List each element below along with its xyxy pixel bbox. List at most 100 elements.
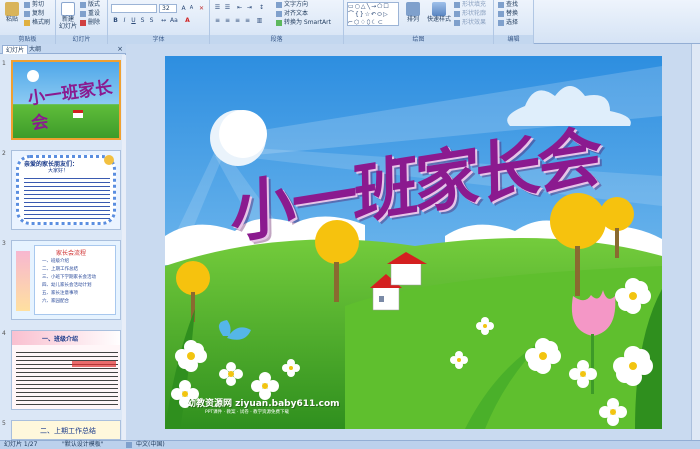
new-slide-button[interactable]: 新建 幻灯片 [58,2,78,30]
shape-fill-button[interactable]: 形状填充 [454,1,486,9]
thumb-heading: 家长会流程 [56,250,87,257]
shape-outline-button[interactable]: 形状轮廓 [454,10,486,18]
reset-button[interactable]: 重设 [80,10,100,18]
font-color-icon[interactable]: A [184,17,191,24]
bullets-icon[interactable]: ☰ [214,4,221,11]
char-spacing-icon[interactable]: ↔ [160,17,167,24]
change-case-icon[interactable]: Aa [170,17,178,24]
outline-icon [454,10,460,17]
copy-icon [24,10,30,17]
justify-icon[interactable]: ≡ [244,17,251,24]
arrange-icon [406,2,420,16]
align-text-icon [276,10,282,17]
paragraph-group: ☰ ☰ ⇤ ⇥ ↕ ≡ ≡ ≡ ≡ ▥ 文字方向 对齐文本 转换为 SmartA… [210,0,344,44]
tree-top [176,261,210,295]
align-text-button[interactable]: 对齐文本 [276,10,308,18]
tab-outline[interactable]: 大纲 [26,45,44,54]
text-direction-button[interactable]: 文字方向 [276,1,308,9]
layout-button[interactable]: 版式 [80,1,100,9]
shapes-gallery[interactable]: ▭○△╲→⬠☐ ⌒{}☆↶⬭▷ ⌐⬡♢⬯☾⊂ [347,2,399,26]
tulip-stem [591,334,594,394]
spellcheck-icon[interactable] [126,442,132,448]
layout-icon [80,1,86,8]
numbering-icon[interactable]: ☰ [224,4,231,11]
font-group-label: 字体 [108,35,209,44]
thumb-decoration [16,251,30,311]
thumb-text-lines [16,349,118,405]
slide-number: 4 [2,330,6,337]
effects-icon [454,19,460,26]
sun-core [219,110,267,158]
tab-slides[interactable]: 幻灯片 [2,45,29,54]
quick-styles-button[interactable]: 快速样式 [426,2,452,23]
thumb-list-item: 五、家长注意事项 [42,291,78,296]
status-bar: 幻灯片 1/27 "默认设计模板" 中文(中国) [0,440,700,449]
current-slide[interactable]: 小一班家长会 幼教资源网 ziyuan.baby611.com PPT课件 · … [165,56,662,429]
find-icon [498,1,504,8]
align-right-icon[interactable]: ≡ [234,17,241,24]
sun-icon [27,70,39,82]
watermark: 幼教资源网 ziyuan.baby611.com [187,399,340,409]
slide-thumbnail-2[interactable]: 亲爱的家长朋友们： 大家好！ [11,150,121,230]
paragraph-group-label: 段落 [210,35,343,44]
font-size-combo[interactable]: 32 [159,4,177,13]
thumb-list: 一、班级介绍 二、上期工作总结 三、小班下学期家长会活动 四、幼儿家长会活动计划… [42,258,96,306]
increase-indent-icon[interactable]: ⇥ [246,4,253,11]
bold-icon[interactable]: B [112,17,119,24]
shape-effects-button[interactable]: 形状效果 [454,19,486,27]
slide-thumbnail-3[interactable]: 家长会流程 一、班级介绍 二、上期工作总结 三、小班下学期家长会活动 四、幼儿家… [11,240,121,320]
clipboard-group: 粘贴 剪切 复制 格式刷 剪贴板 [0,0,56,44]
scissors-icon [24,1,30,8]
columns-icon[interactable]: ▥ [256,17,263,24]
grow-font-icon[interactable]: A [180,5,187,12]
slides-pane: 幻灯片 大纲 × 1 小一班家长会 2 亲爱的家长朋友们： 大家好！ 3 家长会… [0,44,126,440]
thumb-subheading: 大家好！ [48,168,69,174]
reset-icon [80,10,86,17]
drawing-group-label: 绘图 [344,35,493,44]
watermark-sub: PPT课件 · 教案 · 试卷 · 教学资源免费下载 [205,410,290,415]
delete-button[interactable]: 删除 [80,19,100,27]
underline-icon[interactable]: U [130,17,137,24]
fill-icon [454,1,460,8]
shrink-font-icon[interactable]: A [188,5,195,12]
slides-group-label: 幻灯片 [56,35,107,44]
slide-thumbnail-1[interactable]: 小一班家长会 [11,60,121,140]
line-spacing-icon[interactable]: ↕ [258,4,265,11]
select-button[interactable]: 选择 [498,19,518,27]
editing-group-label: 编辑 [494,35,533,44]
clipboard-group-label: 剪贴板 [0,35,55,44]
convert-smartart-button[interactable]: 转换为 SmartArt [276,19,331,27]
editor-scrollbar[interactable] [691,44,700,440]
thumb-list-item: 三、小班下学期家长会活动 [42,275,96,280]
clear-format-icon[interactable]: ✕ [198,5,205,12]
slide-number: 5 [2,420,6,427]
italic-icon[interactable]: I [121,17,128,24]
slide-thumbnail-5[interactable]: 二、上期工作总结 [11,420,121,440]
bee-icon [104,155,114,165]
replace-button[interactable]: 替换 [498,10,518,18]
cut-button[interactable]: 剪切 [24,1,44,9]
thumb-list-item: 六、家园配合 [42,299,69,304]
slide-thumbnail-4[interactable]: 一、班级介绍 [11,330,121,410]
select-icon [498,19,504,26]
close-pane-icon[interactable]: × [117,45,123,53]
language[interactable]: 中文(中国) [136,441,165,449]
replace-icon [498,10,504,17]
slide-editor: 小一班家长会 幼教资源网 ziyuan.baby611.com PPT课件 · … [127,44,700,440]
copy-button[interactable]: 复制 [24,10,44,18]
text-direction-icon [276,1,282,8]
paste-button[interactable]: 粘贴 [3,2,21,23]
format-painter-button[interactable]: 格式刷 [24,19,50,27]
font-group: 32 A A ✕ B I U S S ↔ Aa A 字体 [108,0,210,44]
arrange-button[interactable]: 排列 [402,2,424,23]
strikethrough-icon[interactable]: S [139,17,146,24]
decrease-indent-icon[interactable]: ⇤ [236,4,243,11]
shadow-icon[interactable]: S [148,17,155,24]
font-family-combo[interactable] [111,4,157,13]
find-button[interactable]: 查找 [498,1,518,9]
editing-group: 查找 替换 选择 编辑 [494,0,534,44]
align-left-icon[interactable]: ≡ [214,17,221,24]
drawing-group: ▭○△╲→⬠☐ ⌒{}☆↶⬭▷ ⌐⬡♢⬯☾⊂ 排列 快速样式 形状填充 形状轮廓 形… [344,0,494,44]
pane-scrollbar[interactable] [122,55,126,440]
align-center-icon[interactable]: ≡ [224,17,231,24]
